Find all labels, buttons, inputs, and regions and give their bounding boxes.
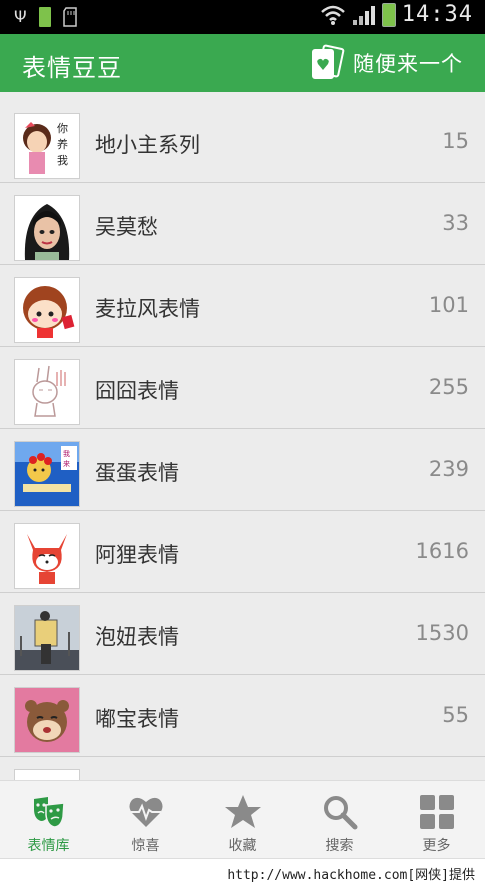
crowd-sign-thumb <box>14 605 80 671</box>
list-item[interactable]: 嘟宝表情 55 <box>0 675 485 757</box>
list-item-count: 1616 <box>415 539 469 563</box>
emoticon-list: 你 养 我 地小主系列 15 吴莫愁 33 麦拉风表情 101 囧囧表情 255… <box>0 101 485 780</box>
status-time: 14:34 <box>401 2 473 27</box>
bottom-nav: 表情库 惊喜 收藏 搜索 更多 <box>0 780 485 858</box>
watermark-text: http://www.hackhome.com[网侠]提供 <box>227 868 475 883</box>
tab-label: 搜索 <box>325 838 354 854</box>
tab-surprise[interactable]: 惊喜 <box>97 781 194 858</box>
tab-label: 收藏 <box>228 838 257 854</box>
svg-text:来: 来 <box>63 460 70 468</box>
list-item[interactable]: 麦拉风表情 101 <box>0 265 485 347</box>
list-item-name: 嘟宝表情 <box>95 707 179 731</box>
list-item-partial[interactable] <box>0 757 485 780</box>
list-item-name: 麦拉风表情 <box>95 297 200 321</box>
egg-kid-thumb: 我 来 <box>14 441 80 507</box>
svg-text:我: 我 <box>57 154 68 167</box>
sd-card-icon <box>62 7 77 27</box>
tab-favorites[interactable]: 收藏 <box>194 781 291 858</box>
status-left-icons: Ψ <box>14 6 79 28</box>
battery-small-icon <box>38 7 51 27</box>
list-item-count: 33 <box>442 211 469 235</box>
svg-text:你: 你 <box>57 122 68 135</box>
list-item-name: 地小主系列 <box>95 133 200 157</box>
search-icon <box>323 796 357 830</box>
list-item-name: 泡妞表情 <box>95 625 179 649</box>
list-item-count: 55 <box>442 703 469 727</box>
app-title: 表情豆豆 <box>22 54 122 82</box>
squirrel-thumb <box>14 687 80 753</box>
star-icon <box>224 795 261 828</box>
list-item-count: 101 <box>428 293 469 317</box>
random-button[interactable]: 随便来一个 <box>309 42 463 84</box>
round-girl-thumb <box>14 277 80 343</box>
thumb-partial <box>14 769 80 780</box>
list-item-name: 阿狸表情 <box>95 543 179 567</box>
footer: http://www.hackhome.com[网侠]提供 <box>0 858 485 886</box>
status-bar: Ψ 14:34 <box>0 0 485 34</box>
app-bar: 表情豆豆 随便来一个 <box>0 34 485 92</box>
usb-icon: Ψ <box>14 7 27 26</box>
tab-more[interactable]: 更多 <box>388 781 485 858</box>
wifi-icon <box>320 5 345 25</box>
tab-label: 表情库 <box>27 838 70 854</box>
list-item-count: 15 <box>442 129 469 153</box>
signal-icon <box>352 5 375 25</box>
list-item[interactable]: 泡妞表情 1530 <box>0 593 485 675</box>
status-right-icons: 14:34 <box>320 2 473 27</box>
cards-heart-icon <box>312 44 345 79</box>
list-item-count: 1530 <box>415 621 469 645</box>
list-item-count: 255 <box>428 375 469 399</box>
cartoon-girl-thumb: 你 养 我 <box>14 113 80 179</box>
list-item[interactable]: 囧囧表情 255 <box>0 347 485 429</box>
grid-icon <box>419 795 454 829</box>
tab-emoticon-library[interactable]: 表情库 <box>0 781 97 858</box>
mask-icon <box>33 797 65 828</box>
list-item-count: 239 <box>428 457 469 481</box>
list-item[interactable]: 阿狸表情 1616 <box>0 511 485 593</box>
woman-portrait-thumb <box>14 195 80 261</box>
list-item[interactable]: 吴莫愁 33 <box>0 183 485 265</box>
rabbit-sketch-thumb <box>14 359 80 425</box>
tab-label: 惊喜 <box>131 838 160 854</box>
ali-fox-thumb <box>14 523 80 589</box>
list-item-name: 囧囧表情 <box>95 379 179 403</box>
tab-search[interactable]: 搜索 <box>291 781 388 858</box>
list-item-name: 蛋蛋表情 <box>95 461 179 485</box>
list-item[interactable]: 你 养 我 地小主系列 15 <box>0 101 485 183</box>
list-item[interactable]: 我 来 蛋蛋表情 239 <box>0 429 485 511</box>
tab-label: 更多 <box>422 838 451 854</box>
list-item-name: 吴莫愁 <box>95 215 158 239</box>
heart-pulse-icon <box>129 797 162 827</box>
battery-icon <box>381 2 396 27</box>
random-button-label: 随便来一个 <box>353 52 463 76</box>
svg-text:我: 我 <box>63 449 70 458</box>
svg-text:养: 养 <box>57 137 68 151</box>
